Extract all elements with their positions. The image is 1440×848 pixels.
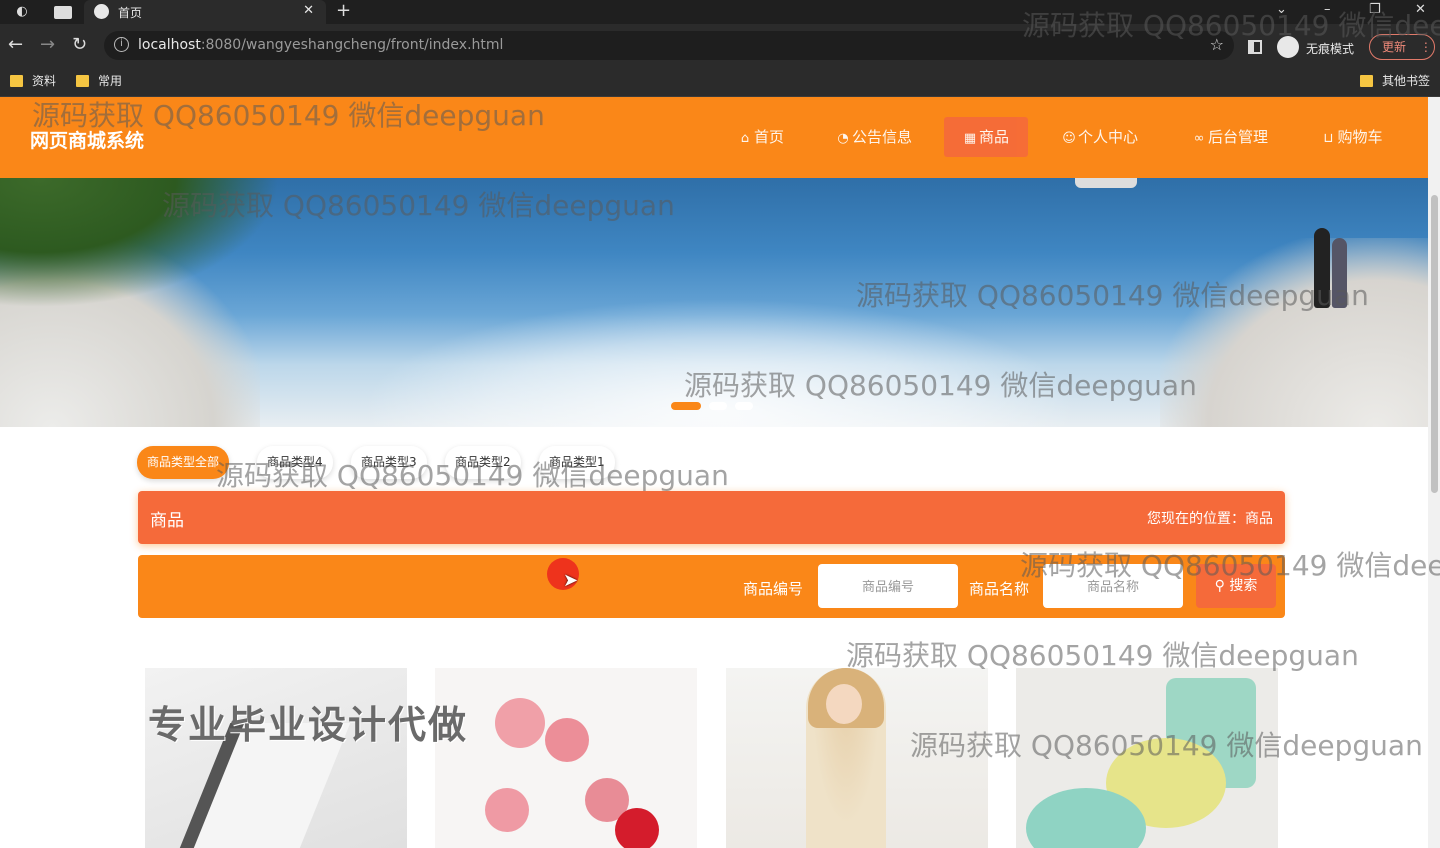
update-button[interactable]: 更新 ⋮ (1369, 34, 1435, 60)
product-card[interactable] (1016, 668, 1278, 848)
close-window-icon[interactable]: ✕ (1415, 2, 1426, 17)
rose-image (615, 808, 659, 848)
page-content: 网页商城系统 ⌂ 首页 ◔ 公告信息 ▦ 商品 ☺ 个人中心 ∞ 后台管理 ⊔ 购物车 商品… (0, 97, 1428, 848)
category-tab-all[interactable]: 商品类型全部 (137, 446, 230, 479)
globe-icon (94, 4, 109, 19)
home-icon: ⌂ (740, 131, 750, 146)
promo-overlay-text: 专业毕业设计代做 (148, 703, 469, 747)
section-title: 商品 (150, 511, 184, 531)
user-icon: ☺ (1062, 131, 1076, 146)
rose-image (545, 718, 589, 762)
cart-icon: ⊔ (1323, 131, 1334, 146)
beach-right (1160, 238, 1428, 427)
tab-title: 首页 (118, 6, 143, 20)
restore-icon[interactable]: ❐ (1369, 2, 1381, 17)
product-card[interactable] (726, 668, 988, 848)
carousel-dot[interactable] (735, 402, 753, 410)
search-icon: ⚲ (1214, 578, 1225, 594)
scrollbar-thumb[interactable] (1431, 195, 1438, 493)
new-tab-icon[interactable]: + (336, 1, 351, 21)
search-button[interactable]: ⚲ 搜索 (1196, 564, 1276, 608)
site-header: 网页商城系统 ⌂ 首页 ◔ 公告信息 ▦ 商品 ☺ 个人中心 ∞ 后台管理 ⊔ 购物车 (0, 97, 1428, 178)
banner-carousel[interactable] (0, 178, 1428, 427)
breadcrumb-position: 您现在的位置：商品 (1147, 511, 1273, 527)
category-tab[interactable]: 商品类型1 (539, 446, 615, 479)
model-face (826, 684, 862, 724)
rose-image (495, 698, 545, 748)
category-tab[interactable]: 商品类型2 (445, 446, 521, 479)
close-tab-icon[interactable]: ✕ (303, 3, 314, 18)
category-tab[interactable]: 商品类型4 (257, 446, 333, 479)
site-info-icon[interactable]: i (114, 37, 129, 52)
palm-leaves (0, 178, 280, 308)
incognito-icon[interactable] (1277, 36, 1299, 58)
forward-icon[interactable]: → (40, 34, 55, 56)
url-bar[interactable]: i localhost:8080/wangyeshangcheng/front/… (104, 31, 1234, 60)
bookmark-star-icon[interactable]: ☆ (1210, 35, 1224, 54)
couple-figure (1312, 228, 1354, 308)
goods-name-label: 商品名称 (969, 580, 1030, 598)
url-text[interactable]: localhost:8080/wangyeshangcheng/front/in… (138, 37, 503, 53)
folder-icon (10, 75, 23, 87)
goods-icon: ▦ (963, 131, 977, 146)
carousel-indicators (671, 395, 761, 410)
nav-profile[interactable]: ☺ 个人中心 (1042, 117, 1158, 157)
folder-icon (76, 75, 89, 87)
nav-cart[interactable]: ⊔ 购物车 (1302, 117, 1402, 157)
back-icon[interactable]: ← (8, 34, 23, 56)
boat (1075, 178, 1137, 188)
product-card[interactable] (435, 668, 697, 848)
incognito-label[interactable]: 无痕模式 (1306, 40, 1354, 57)
tab-search-icon[interactable] (54, 6, 72, 19)
bookmarks-bar: 资料 常用 其他书签 (0, 66, 1440, 97)
bookmark-folder[interactable]: 资料 (10, 72, 56, 90)
link-icon: ∞ (1193, 131, 1205, 146)
minimize-icon[interactable]: – (1324, 2, 1331, 17)
browser-tab-strip: ◐ 首页 ✕ + ⌄ – ❐ ✕ (0, 0, 1440, 24)
side-panel-icon[interactable] (1248, 40, 1262, 54)
search-form: 商品编号 商品名称 ⚲ 搜索 (138, 555, 1285, 618)
carousel-dot[interactable] (671, 402, 701, 410)
folder-icon (1360, 75, 1373, 87)
breadcrumb: 商品 您现在的位置：商品 (138, 491, 1285, 544)
carousel-dot[interactable] (709, 402, 727, 410)
category-tab[interactable]: 商品类型3 (351, 446, 427, 479)
goods-code-input[interactable] (818, 564, 958, 608)
tab-list-icon[interactable]: ⌄ (1276, 2, 1287, 17)
nav-home[interactable]: ⌂ 首页 (718, 117, 804, 157)
goods-code-label: 商品编号 (743, 580, 804, 598)
nav-goods[interactable]: ▦ 商品 (944, 117, 1028, 157)
nav-notice[interactable]: ◔ 公告信息 (818, 117, 930, 157)
browser-menu-icon[interactable]: ◐ (14, 4, 30, 20)
reload-icon[interactable]: ↻ (72, 34, 87, 56)
rose-image (485, 788, 529, 832)
other-bookmarks[interactable]: 其他书签 (1360, 72, 1430, 90)
address-toolbar: ← → ↻ i localhost:8080/wangyeshangcheng/… (0, 24, 1440, 66)
bookmark-folder[interactable]: 常用 (76, 72, 122, 90)
nav-admin[interactable]: ∞ 后台管理 (1172, 117, 1288, 157)
mouse-cursor-icon: ➤ (563, 570, 579, 591)
site-title: 网页商城系统 (30, 130, 145, 152)
notice-icon: ◔ (837, 131, 849, 146)
goods-name-input[interactable] (1043, 564, 1183, 608)
browser-tab[interactable]: 首页 ✕ (84, 0, 326, 24)
